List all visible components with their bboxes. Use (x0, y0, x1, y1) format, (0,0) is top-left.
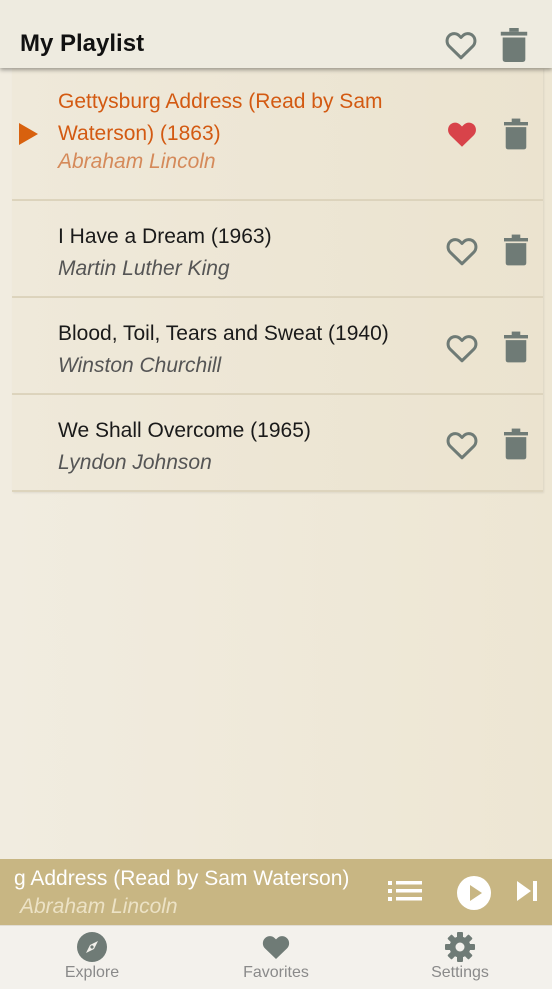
heart-filled-icon[interactable] (443, 116, 481, 152)
playlist-screen: My Playlist Gettysburg Address (Read by … (0, 0, 552, 989)
tab-settings[interactable]: Settings (368, 926, 552, 989)
track-artist: Abraham Lincoln (58, 150, 216, 173)
heart-outline-icon[interactable] (443, 427, 481, 463)
list-item[interactable]: Gettysburg Address (Read by Sam Waterson… (12, 68, 543, 201)
compass-icon (77, 932, 107, 962)
gear-icon (445, 932, 475, 962)
now-playing-title: g Address (Read by Sam Waterson) (14, 867, 350, 890)
tab-favorites[interactable]: Favorites (184, 926, 368, 989)
trash-icon[interactable] (504, 331, 528, 363)
heart-outline-icon[interactable] (443, 233, 481, 269)
heart-icon (262, 936, 290, 959)
tab-label: Explore (64, 964, 120, 981)
tab-label: Settings (431, 964, 489, 981)
track-artist: Lyndon Johnson (58, 451, 212, 474)
track-artist: Winston Churchill (58, 354, 222, 377)
track-list: Gettysburg Address (Read by Sam Waterson… (12, 68, 543, 492)
tab-label: Favorites (243, 964, 309, 981)
now-playing-title-clip: g Address (Read by Sam Waterson) (0, 859, 375, 899)
skip-next-icon[interactable] (515, 880, 539, 902)
track-title: We Shall Overcome (1965) (58, 419, 311, 442)
tab-explore[interactable]: Explore (0, 926, 184, 989)
heart-outline-icon[interactable] (443, 330, 481, 366)
heart-outline-icon[interactable] (443, 27, 479, 63)
track-artist: Martin Luther King (58, 257, 230, 280)
trash-icon[interactable] (504, 234, 528, 266)
now-playing-bar[interactable]: g Address (Read by Sam Waterson) Abraham… (0, 859, 552, 925)
play-circle-icon[interactable] (456, 875, 492, 911)
track-title: Blood, Toil, Tears and Sweat (1940) (58, 322, 389, 345)
list-item[interactable]: We Shall Overcome (1965) Lyndon Johnson (12, 395, 543, 492)
list-item[interactable]: Blood, Toil, Tears and Sweat (1940) Wins… (12, 298, 543, 395)
list-item[interactable]: I Have a Dream (1963) Martin Luther King (12, 201, 543, 298)
track-title: Gettysburg Address (Read by Sam Waterson… (58, 90, 383, 145)
now-playing-artist: Abraham Lincoln (20, 895, 178, 918)
app-header: My Playlist (0, 0, 552, 68)
play-triangle-icon (19, 123, 38, 145)
bottom-nav: Explore Favorites Settings (0, 925, 552, 989)
trash-icon[interactable] (504, 428, 528, 460)
trash-icon[interactable] (500, 28, 528, 62)
list-icon[interactable] (388, 879, 422, 903)
trash-icon[interactable] (504, 118, 528, 150)
page-title: My Playlist (20, 30, 145, 57)
track-title: I Have a Dream (1963) (58, 225, 272, 248)
